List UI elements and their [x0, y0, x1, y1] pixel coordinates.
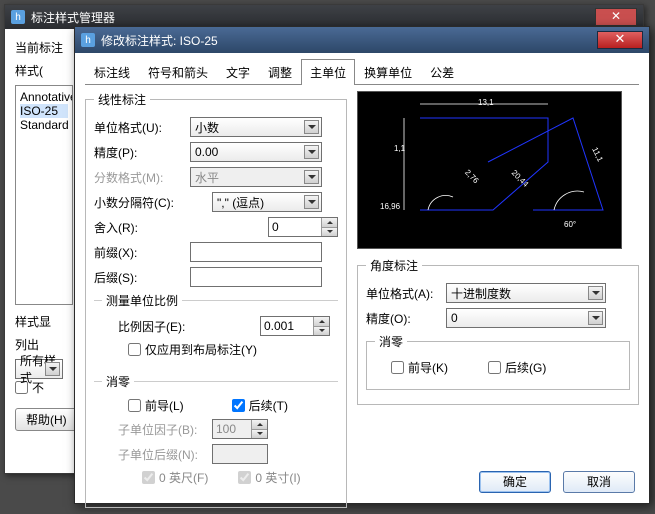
- chevron-down-icon: [588, 286, 603, 300]
- ang-unit-format-dropdown[interactable]: 十进制度数: [446, 283, 606, 303]
- decimal-sep-label: 小数分隔符(C):: [94, 194, 190, 211]
- trailing-checkbox[interactable]: 后续(T): [232, 397, 288, 414]
- ang-trailing-checkbox[interactable]: 后续(G): [488, 359, 546, 376]
- front-titlebar: h 修改标注样式: ISO-25 ✕: [75, 27, 649, 53]
- tab-tolerance[interactable]: 公差: [421, 59, 463, 85]
- round-spinner[interactable]: 0: [268, 217, 338, 237]
- subunit-suffix-input: [212, 444, 268, 464]
- modify-dimstyle-dialog: h 修改标注样式: ISO-25 ✕ 标注线 符号和箭头 文字 调整 主单位 换…: [74, 26, 650, 504]
- fraction-format-dropdown: 水平: [190, 167, 322, 187]
- tab-alt-units[interactable]: 换算单位: [355, 59, 421, 85]
- zero-legend: 消零: [102, 373, 134, 390]
- chevron-down-icon: [304, 120, 319, 134]
- tab-fit[interactable]: 调整: [259, 59, 301, 85]
- ang-zero-legend: 消零: [375, 333, 407, 350]
- suffix-input[interactable]: [190, 267, 322, 287]
- tab-primary-units[interactable]: 主单位: [301, 59, 355, 85]
- chevron-down-icon: [45, 362, 60, 376]
- chevron-down-icon: [304, 145, 319, 159]
- ang-precision-dropdown[interactable]: 0: [446, 308, 606, 328]
- fraction-format-label: 分数格式(M):: [94, 169, 190, 186]
- suffix-label: 后缀(S):: [94, 269, 190, 286]
- ok-button[interactable]: 确定: [479, 471, 551, 493]
- spin-up-icon[interactable]: [314, 317, 329, 327]
- close-button[interactable]: ✕: [597, 31, 643, 49]
- app-icon: h: [81, 33, 95, 47]
- precision-dropdown[interactable]: 0.00: [190, 142, 322, 162]
- chevron-down-icon: [304, 170, 319, 184]
- subunit-suffix-label: 子单位后缀(N):: [102, 446, 212, 463]
- tree-node[interactable]: Annotative: [20, 90, 68, 104]
- subunit-factor-label: 子单位因子(B):: [102, 421, 212, 438]
- linear-dim-group: 线性标注 单位格式(U): 小数 精度(P): 0.00 分数格式(M): 水平: [85, 91, 347, 508]
- ang-leading-checkbox[interactable]: 前导(K): [391, 359, 448, 376]
- tab-strip: 标注线 符号和箭头 文字 调整 主单位 换算单位 公差: [85, 61, 639, 85]
- spin-up-icon[interactable]: [322, 218, 337, 228]
- tree-node[interactable]: Standard: [20, 118, 68, 132]
- angular-dim-group: 角度标注 单位格式(A): 十进制度数 精度(O): 0 消零 前导: [357, 257, 639, 405]
- prefix-label: 前缀(X):: [94, 244, 190, 261]
- decimal-sep-dropdown[interactable]: "," (逗点): [212, 192, 322, 212]
- round-label: 舍入(R):: [94, 219, 190, 236]
- spin-up-icon: [252, 420, 267, 430]
- chevron-down-icon: [304, 195, 319, 209]
- unit-format-label: 单位格式(U):: [94, 119, 190, 136]
- ang-zero-subgroup: 消零 前导(K) 后续(G): [366, 333, 630, 390]
- back-close-button[interactable]: ✕: [595, 8, 637, 26]
- subunit-factor-spinner: 100: [212, 419, 268, 439]
- linear-dim-legend: 线性标注: [94, 91, 150, 108]
- front-title: 修改标注样式: ISO-25: [101, 32, 597, 49]
- ang-precision-label: 精度(O):: [366, 310, 446, 327]
- dimstyle-preview: 13,1 1,1 2,76 20,44 16,96 60° 11,1: [357, 91, 622, 249]
- styles-tree[interactable]: Annotative ISO-25 Standard: [15, 85, 73, 305]
- scale-legend: 测量单位比例: [102, 292, 182, 309]
- zero-suppress-subgroup: 消零 前导(L) 后续(T) 子单位因子(B): 100 子单位后缀(N):: [94, 373, 338, 499]
- tree-node[interactable]: ISO-25: [20, 104, 68, 118]
- prefix-input[interactable]: [190, 242, 322, 262]
- app-icon: h: [11, 10, 25, 24]
- list-filter-dropdown[interactable]: 所有样式: [15, 359, 63, 379]
- chevron-down-icon: [588, 311, 603, 325]
- scale-factor-spinner[interactable]: 0.001: [260, 316, 330, 336]
- tab-text[interactable]: 文字: [217, 59, 259, 85]
- styles-label: 样式(: [15, 64, 43, 78]
- tab-symbols-arrows[interactable]: 符号和箭头: [139, 59, 217, 85]
- unit-format-dropdown[interactable]: 小数: [190, 117, 322, 137]
- zero-inch-checkbox: 0 英寸(I): [238, 469, 300, 486]
- leading-checkbox[interactable]: 前导(L): [128, 397, 184, 414]
- angular-legend: 角度标注: [366, 257, 422, 274]
- ang-unit-format-label: 单位格式(A):: [366, 285, 446, 302]
- layout-only-checkbox[interactable]: 仅应用到布局标注(Y): [128, 341, 257, 358]
- back-title: 标注样式管理器: [31, 9, 593, 26]
- help-button[interactable]: 帮助(H): [15, 408, 78, 431]
- precision-label: 精度(P):: [94, 144, 190, 161]
- spin-down-icon: [252, 430, 267, 439]
- scale-subgroup: 测量单位比例 比例因子(E): 0.001 仅应用到布局标注(Y): [94, 292, 338, 371]
- scale-factor-label: 比例因子(E):: [102, 318, 212, 335]
- spin-down-icon[interactable]: [322, 228, 337, 237]
- spin-down-icon[interactable]: [314, 327, 329, 336]
- cancel-button[interactable]: 取消: [563, 471, 635, 493]
- zero-feet-checkbox: 0 英尺(F): [142, 469, 208, 486]
- tab-dimlines[interactable]: 标注线: [85, 59, 139, 85]
